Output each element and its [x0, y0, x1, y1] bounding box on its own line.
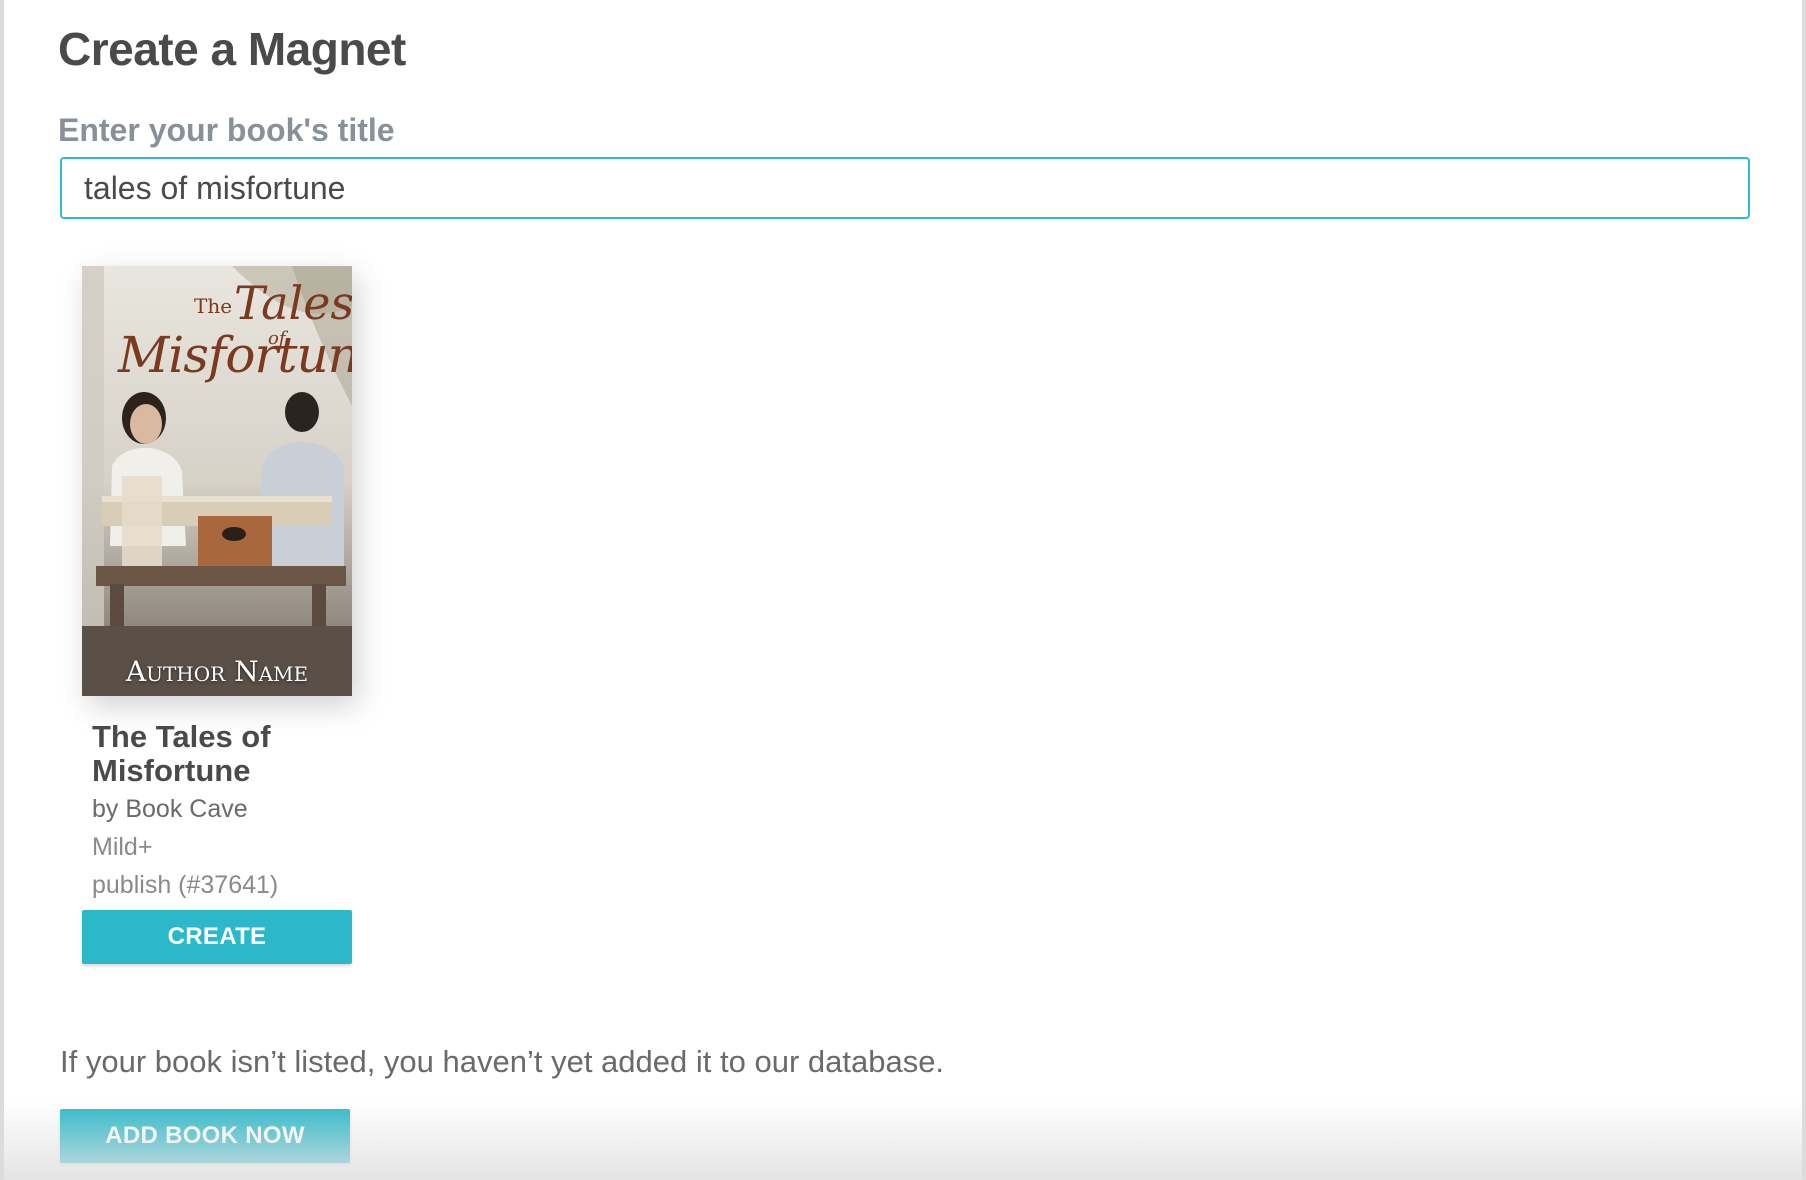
cover-author-name: Author Name	[125, 655, 309, 688]
book-result-card: The Tales of Misfortune Author Name The …	[82, 266, 352, 964]
page-title: Create a Magnet	[58, 23, 406, 75]
book-title[interactable]: The Tales of Misfortune	[92, 720, 352, 788]
create-magnet-page: Create a Magnet Enter your book's title	[0, 0, 1806, 1180]
cover-title-main: Tales	[234, 276, 352, 330]
create-button[interactable]: CREATE	[82, 910, 352, 964]
cover-title-small: The	[194, 294, 233, 318]
book-status: publish (#37641)	[92, 871, 279, 899]
book-title-input[interactable]	[60, 157, 1750, 219]
add-book-now-button[interactable]: ADD BOOK NOW	[60, 1109, 350, 1163]
cover-title-word: Misfortune	[118, 326, 352, 384]
book-author: by Book Cave	[92, 795, 248, 823]
book-rating: Mild+	[92, 833, 153, 861]
book-title-label: Enter your book's title	[58, 112, 395, 148]
book-cover-image[interactable]: The Tales of Misfortune Author Name	[82, 266, 352, 696]
not-listed-note: If your book isn’t listed, you haven’t y…	[60, 1044, 945, 1079]
